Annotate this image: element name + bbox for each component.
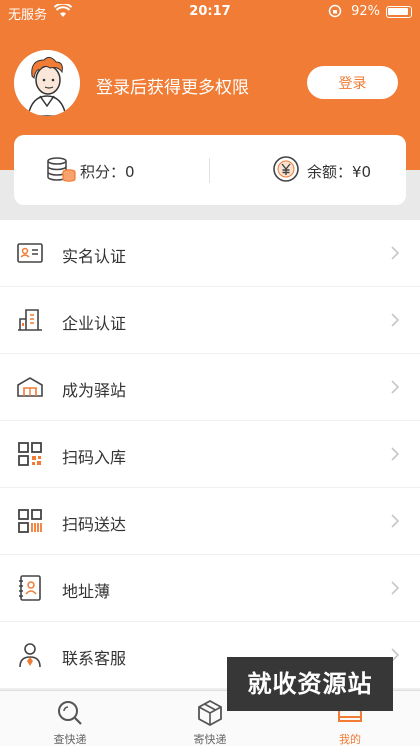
search-icon — [56, 699, 84, 727]
status-bar: 无服务 20:17 92% — [0, 0, 420, 24]
menu-item-address-book[interactable]: 地址薄 — [0, 555, 420, 621]
chevron-right-icon — [390, 311, 400, 329]
chevron-right-icon — [390, 445, 400, 463]
battery-percentage: 92% — [351, 4, 380, 19]
id-card-icon — [16, 239, 44, 267]
watermark: 就收资源站 — [227, 657, 393, 711]
building-icon — [16, 306, 44, 334]
stats-card: 积分：0 余额：¥0 — [14, 135, 406, 205]
menu-item-label: 扫码入库 — [62, 448, 127, 467]
balance-value: 余额：¥0 — [307, 163, 372, 181]
menu-item-real-name[interactable]: 实名认证 — [0, 220, 420, 286]
package-icon — [196, 699, 224, 727]
menu-item-enterprise[interactable]: 企业认证 — [0, 287, 420, 353]
chevron-right-icon — [390, 579, 400, 597]
menu-list: 实名认证 企业认证 成为驿站 扫码入库 扫码送达 地址薄 联系客服 — [0, 220, 420, 689]
login-button[interactable]: 登录 — [307, 66, 398, 99]
menu-item-label: 企业认证 — [62, 314, 127, 333]
menu-item-scan-in[interactable]: 扫码入库 — [0, 421, 420, 487]
menu-item-label: 地址薄 — [62, 582, 111, 601]
avatar[interactable] — [14, 50, 80, 116]
tab-label: 寄快递 — [193, 733, 227, 746]
chevron-right-icon — [390, 244, 400, 262]
battery-icon — [386, 6, 412, 18]
orientation-lock-icon — [328, 4, 342, 22]
menu-item-label: 成为驿站 — [62, 381, 127, 400]
station-icon — [16, 373, 44, 401]
barcode-icon — [16, 507, 44, 535]
menu-item-station[interactable]: 成为驿站 — [0, 354, 420, 420]
menu-item-scan-deliver[interactable]: 扫码送达 — [0, 488, 420, 554]
stats-divider — [209, 158, 210, 183]
tab-label: 查快递 — [53, 733, 87, 746]
tab-track-package[interactable]: 查快递 — [0, 691, 140, 746]
coins-icon — [46, 157, 76, 187]
chevron-right-icon — [390, 378, 400, 396]
qr-code-icon — [16, 440, 44, 468]
login-prompt: 登录后获得更多权限 — [96, 78, 249, 98]
chevron-right-icon — [390, 512, 400, 530]
address-book-icon — [16, 574, 44, 602]
yuan-coin-icon — [272, 155, 300, 187]
menu-item-label: 实名认证 — [62, 247, 127, 266]
tab-label: 我的 — [339, 733, 361, 746]
menu-item-label: 扫码送达 — [62, 515, 127, 534]
customer-service-icon — [16, 641, 44, 669]
points-value: 积分：0 — [80, 163, 135, 181]
menu-item-label: 联系客服 — [62, 649, 127, 668]
